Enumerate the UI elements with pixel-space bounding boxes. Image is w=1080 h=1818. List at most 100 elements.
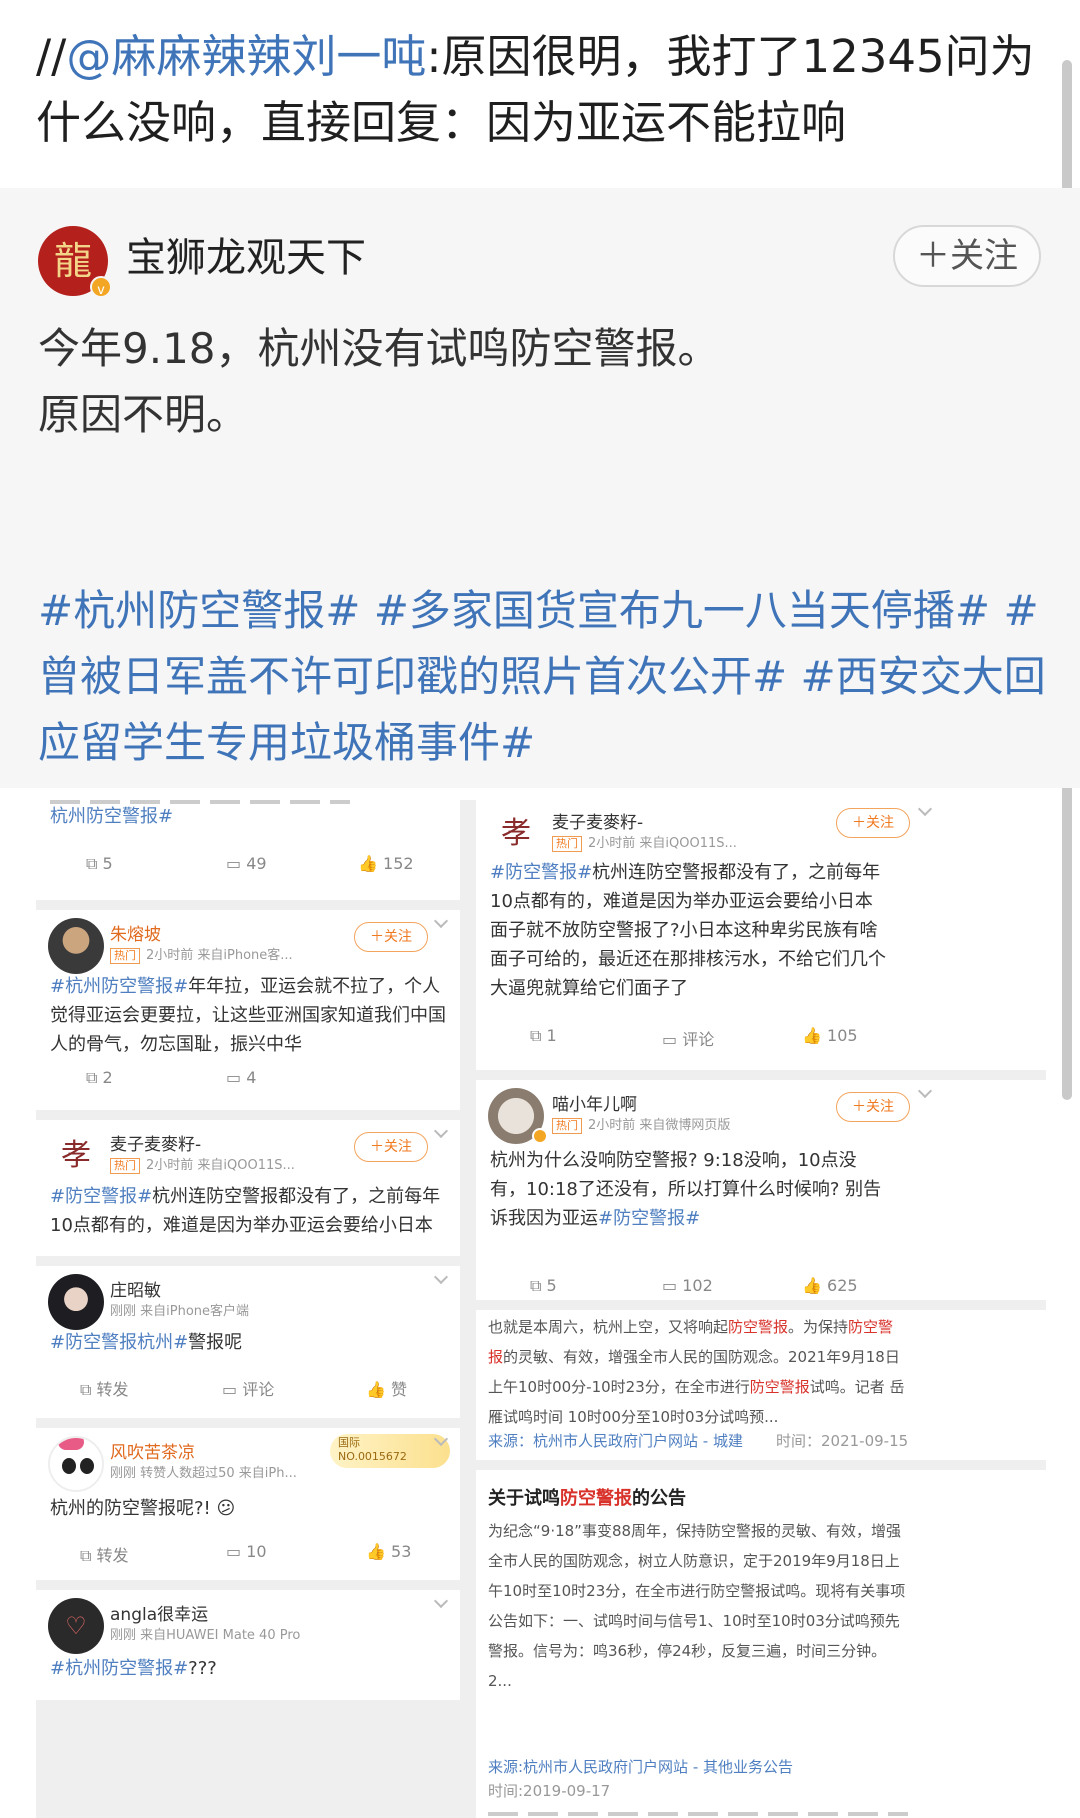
comment-stat[interactable]: ▭ 102 [662, 1276, 713, 1295]
avatar-glyph: 龍 [53, 239, 92, 283]
post-body: 今年9.18，杭州没有试鸣防空警报。 原因不明。 [38, 316, 1038, 448]
repost-icon: ⧉ [530, 1276, 542, 1295]
left-card-3: 孝 麦子麦麥籽- 热门 2小时前 来自iQOO11S... ＋关注 #防空警报#杭… [36, 1120, 460, 1256]
repost-stat[interactable]: ⧉ 2 [86, 1068, 113, 1088]
user-avatar[interactable] [48, 1274, 104, 1330]
user-avatar[interactable]: 孝 [48, 1128, 104, 1184]
repost-button[interactable]: ⧉ 转发 [80, 1542, 129, 1566]
like-icon: 👍 [366, 1542, 386, 1561]
post-meta: 热门 2小时前 来自微博网页版 [552, 1114, 730, 1134]
chevron-down-icon[interactable] [433, 913, 449, 929]
repost-icon: ⧉ [80, 1546, 92, 1565]
follow-button[interactable]: ＋关注 [893, 225, 1041, 287]
user-avatar[interactable] [48, 918, 104, 974]
user-name[interactable]: 麦子麦麥籽- [552, 808, 643, 833]
like-stat[interactable]: 👍 625 [802, 1276, 858, 1295]
emoji-icon: 😕 [216, 1498, 236, 1519]
repost-icon: ⧉ [86, 854, 98, 873]
like-stat[interactable]: 👍 53 [366, 1542, 411, 1561]
news-source-link[interactable]: 来源：杭州市人民政府门户网站 - 城建 [488, 1430, 743, 1451]
chevron-down-icon[interactable] [917, 1083, 933, 1099]
repost-stat[interactable]: ⧉ 5 [86, 854, 113, 874]
comment-icon: ▭ [662, 1276, 678, 1295]
like-icon: 👍 [802, 1026, 822, 1045]
news-date: 时间：2021-09-15 [776, 1432, 909, 1450]
chevron-down-icon[interactable] [433, 1123, 449, 1139]
author-avatar[interactable]: 龍 v [38, 226, 112, 298]
like-button[interactable]: 👍 赞 [366, 1376, 407, 1400]
like-stat[interactable]: 👍 105 [802, 1026, 858, 1045]
hashtag-links[interactable]: #杭州防空警报# #多家国货宣布九一八当天停播# #曾被日军盖不许可印戳的照片首… [38, 578, 1048, 776]
right-news-1[interactable]: 也就是本周六，杭州上空，又将响起防空警报。为保持防空警报的灵敏、有效，增强全市人… [476, 1310, 1046, 1460]
comment-stat[interactable]: ▭ 4 [226, 1068, 256, 1087]
post-meta: 热门 2小时前 来自iPhone客... [110, 944, 293, 964]
chevron-down-icon[interactable] [433, 1269, 449, 1285]
chevron-down-icon[interactable] [433, 1593, 449, 1609]
verified-icon: v [90, 276, 112, 298]
right-card-1: 孝 麦子麦麥籽- 热门 2小时前 来自iQOO11S... ＋关注 #防空警报#杭… [476, 800, 1046, 1070]
left-card-2: 朱熔坡 热门 2小时前 来自iPhone客... ＋关注 #杭州防空警报#年年拉，… [36, 910, 460, 1110]
post-text: #杭州防空警报#年年拉，亚运会就不拉了，个人觉得亚运会更要拉，让这些亚洲国家知道… [50, 976, 446, 1055]
comment-button[interactable]: ▭ 评论 [222, 1376, 274, 1400]
comment-icon: ▭ [226, 1068, 242, 1087]
post-meta: 热门 2小时前 来自iQOO11S... [552, 832, 737, 852]
announcement-date: 时间:2019-09-17 [488, 1782, 611, 1800]
post-text: #杭州防空警报#??? [50, 1658, 217, 1679]
post-text: 杭州的防空警报呢?! 😕 [50, 1498, 236, 1519]
user-avatar[interactable]: ♡ [48, 1598, 104, 1654]
user-name[interactable]: 喵小年儿啊 [552, 1090, 637, 1115]
repost-button[interactable]: ⧉ 转发 [80, 1376, 129, 1400]
chevron-down-icon[interactable] [917, 801, 933, 817]
screenshot-collage[interactable]: 杭州防空警报# ⧉ 5 ▭ 49 👍 152 朱熔坡 热门 2小时前 来自iPho… [36, 800, 1046, 1818]
follow-button[interactable]: ＋关注 [354, 922, 428, 952]
repost-stat[interactable]: ⧉ 1 [530, 1026, 557, 1046]
left-card-6: ♡ angla很幸运 刚刚 来自HUAWEI Mate 40 Pro #杭州防空… [36, 1590, 460, 1700]
user-avatar[interactable]: 孝 [488, 806, 544, 862]
comment-stat[interactable]: ▭ 49 [226, 854, 267, 873]
mention-link[interactable]: @麻麻辣辣刘一吨 [66, 30, 426, 83]
post-meta: 刚刚 来自HUAWEI Mate 40 Pro [110, 1628, 301, 1643]
repost-text: //@麻麻辣辣刘一吨:原因很明，我打了12345问为什么没响，直接回复：因为亚运… [36, 24, 1036, 156]
verified-icon [532, 1128, 548, 1144]
post-text: #防空警报杭州#警报呢 [50, 1332, 243, 1353]
comment-icon: ▭ [226, 854, 242, 873]
right-news-2[interactable]: 关于试鸣防空警报的公告 为纪念“9·18”事变88周年，保持防空警报的灵敏、有效… [476, 1470, 1046, 1818]
follow-button[interactable]: ＋关注 [354, 1132, 428, 1162]
announcement-body: 为纪念“9·18”事变88周年，保持防空警报的灵敏、有效，增强全市人民的国防观念… [488, 1522, 906, 1690]
post-line-1: 今年9.18，杭州没有试鸣防空警报。 [38, 324, 720, 373]
announcement-title[interactable]: 关于试鸣防空警报的公告 [488, 1484, 686, 1510]
post-meta: 刚刚 来自iPhone客户端 [110, 1304, 250, 1319]
left-card-4: 庄昭敏 刚刚 来自iPhone客户端 #防空警报杭州#警报呢 ⧉ 转发 ▭ 评论… [36, 1266, 460, 1418]
left-card-1-tag[interactable]: 杭州防空警报# [50, 802, 173, 831]
repost-icon: ⧉ [530, 1026, 542, 1045]
user-name[interactable]: 风吹苦茶凉 [110, 1438, 195, 1463]
repost-stat[interactable]: ⧉ 5 [530, 1276, 557, 1296]
user-name[interactable]: 朱熔坡 [110, 920, 161, 945]
user-name[interactable]: 麦子麦麥籽- [110, 1130, 201, 1155]
fan-number-badge: 国际 NO.0015672 [330, 1434, 450, 1468]
post-text: 杭州为什么没响防空警报? 9:18没响，10点没有，10:18了还没有，所以打算… [490, 1150, 882, 1229]
user-name[interactable]: 庄昭敏 [110, 1276, 161, 1301]
follow-button[interactable]: ＋关注 [836, 808, 910, 838]
post-text: #防空警报#杭州连防空警报都没有了，之前每年10点都有的，难道是因为举办亚运会要… [50, 1186, 441, 1236]
comment-icon: ▭ [222, 1380, 238, 1399]
repost-icon: ⧉ [80, 1380, 92, 1399]
like-stat[interactable]: 👍 152 [358, 854, 414, 873]
post-line-2: 原因不明。 [38, 390, 249, 439]
post-meta: 热门 2小时前 来自iQOO11S... [110, 1154, 295, 1174]
user-avatar[interactable] [48, 1436, 104, 1492]
like-icon: 👍 [802, 1276, 822, 1295]
comment-button[interactable]: ▭ 评论 [662, 1026, 714, 1050]
comment-stat[interactable]: ▭ 10 [226, 1542, 267, 1561]
comment-icon: ▭ [662, 1030, 678, 1049]
post-text: #防空警报#杭州连防空警报都没有了，之前每年10点都有的，难道是因为举办亚运会要… [490, 862, 886, 999]
user-name[interactable]: angla很幸运 [110, 1600, 208, 1625]
author-name[interactable]: 宝狮龙观天下 [126, 232, 366, 284]
left-card-1: 杭州防空警报# ⧉ 5 ▭ 49 👍 152 [36, 800, 460, 900]
comment-icon: ▭ [226, 1542, 242, 1561]
follow-button[interactable]: ＋关注 [836, 1092, 910, 1122]
post-meta: 刚刚 转赞人数超过50 来自iPh... [110, 1466, 297, 1481]
news-snippet: 也就是本周六，杭州上空，又将响起防空警报。为保持防空警报的灵敏、有效，增强全市人… [488, 1318, 905, 1426]
announcement-source-link[interactable]: 来源:杭州市人民政府门户网站 - 其他业务公告 [488, 1756, 793, 1777]
like-icon: 👍 [358, 854, 378, 873]
